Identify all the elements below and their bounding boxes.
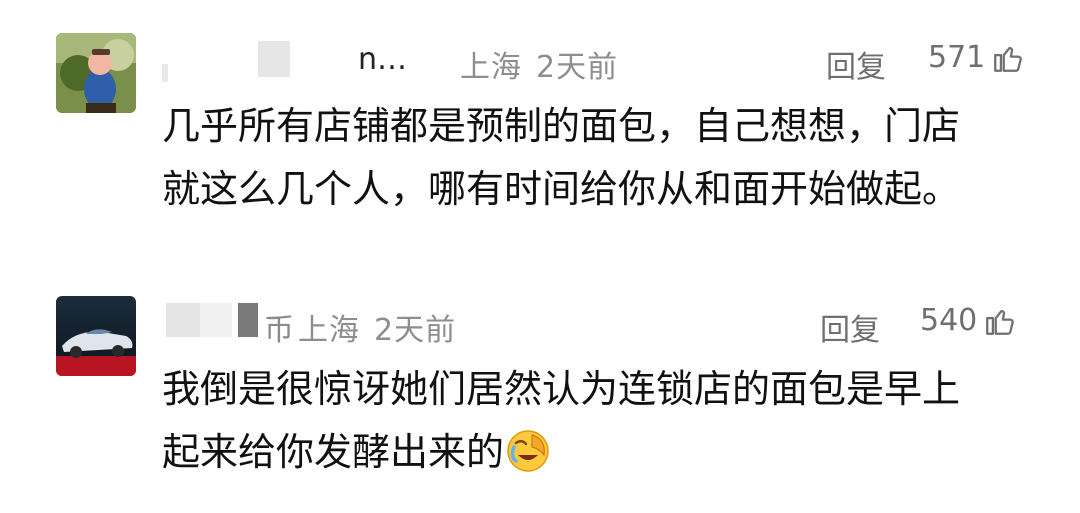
comment-text: 几乎所有店铺都是预制的面包，自己想想，门店 就这么几个人，哪有时间给你从和面开始… (162, 95, 1042, 221)
location-label: 上海 (298, 313, 360, 348)
reply-button[interactable]: 回复 (826, 42, 886, 86)
comment-line: 起来给你发酵出来的 (162, 430, 505, 474)
like-button[interactable]: 571 (928, 40, 1025, 75)
username-tail[interactable]: n… (358, 42, 407, 77)
comment-line: 就这么几个人，哪有时间给你从和面开始做起。 (162, 167, 961, 211)
reply-button[interactable]: 回复 (820, 305, 880, 349)
timestamp: 2天前 (374, 313, 457, 348)
comment-text: 我倒是很惊讶她们居然认为连锁店的面包是早上 起来给你发酵出来的 (162, 358, 1042, 492)
comment-line: 几乎所有店铺都是预制的面包，自己想想，门店 (162, 104, 961, 148)
like-count: 571 (928, 40, 986, 75)
like-count: 540 (920, 303, 978, 338)
avatar[interactable] (56, 33, 136, 113)
timestamp: 2天前 (536, 50, 619, 85)
comment-line: 我倒是很惊讶她们居然认为连锁店的面包是早上 (162, 367, 961, 411)
comment-meta: 上海 2天前 (298, 305, 456, 349)
redacted-username (162, 41, 348, 82)
facepalm-laughing-emoji-icon (506, 429, 550, 492)
avatar[interactable] (56, 296, 136, 376)
comment-meta: 上海 2天前 (460, 42, 618, 86)
comment-line-with-emoji: 起来给你发酵出来的 (162, 421, 1042, 492)
location-label: 上海 (460, 50, 522, 85)
sports-car-avatar-icon (56, 296, 136, 376)
username-tail[interactable]: 币 (264, 305, 294, 349)
redacted-username (166, 299, 258, 341)
comment-item: 币 上海 2天前 回复 540 我倒是很惊讶她们居然认为连锁店的面包是早上 起来给… (0, 255, 1080, 513)
comment-item: n… 上海 2天前 回复 571 几乎所有店铺都是预制的面包，自己想想，门店 就这… (0, 0, 1080, 255)
thumbs-up-icon (994, 46, 1023, 72)
thumbs-up-icon (986, 309, 1015, 335)
like-button[interactable]: 540 (920, 303, 1017, 338)
cartoon-character-avatar-icon (56, 33, 136, 113)
